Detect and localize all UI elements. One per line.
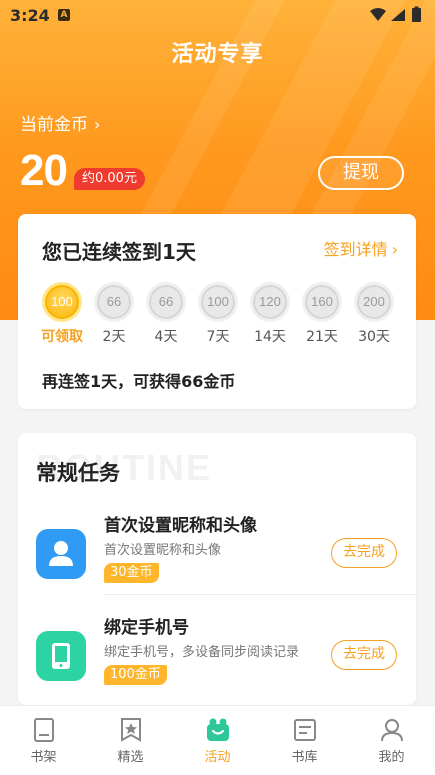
- page-title: 活动专享: [171, 42, 264, 67]
- coins-value: 20: [20, 146, 68, 195]
- coins-approx-badge: 约0.00元: [74, 168, 145, 190]
- nav-label: 我的: [378, 750, 405, 765]
- checkin-day-label: 4天: [154, 329, 178, 345]
- activity-page: 3:24 A 活动专享 当前金币 › 20 约0.00元 提现 您已连续签到1天 …: [0, 0, 435, 775]
- avatar-icon: [36, 529, 86, 579]
- checkin-day: 120 14天: [248, 282, 292, 346]
- task-name: 首次设置昵称和头像: [104, 516, 257, 536]
- go-complete-button[interactable]: 去完成: [331, 538, 397, 568]
- checkin-heading: 您已连续签到1天: [42, 240, 196, 264]
- coin-icon: 100: [42, 282, 82, 322]
- checkin-day: 100 7天: [196, 282, 240, 346]
- checkin-day: 160 21天: [300, 282, 344, 346]
- checkin-day[interactable]: 100 可领取: [40, 282, 84, 346]
- nav-label: 书架: [30, 750, 57, 765]
- notification-badge: A: [58, 9, 70, 21]
- task-item: 绑定手机号 绑定手机号，多设备同步阅读记录 100金币 去完成: [18, 605, 416, 705]
- checkin-detail-link[interactable]: 签到详情 ›: [324, 236, 398, 260]
- task-divider: [104, 594, 416, 595]
- library-icon: [293, 719, 316, 741]
- system-icons: [370, 6, 421, 22]
- nav-label: 精选: [117, 750, 144, 765]
- coin-icon: 160: [302, 282, 342, 322]
- task-desc: 首次设置昵称和头像: [104, 543, 222, 558]
- withdraw-button[interactable]: 提现: [318, 156, 404, 190]
- coin-icon: 66: [94, 282, 134, 322]
- checkin-day: 200 30天: [352, 282, 396, 346]
- status-bar: 3:24 A: [0, 0, 435, 30]
- coin-icon: 66: [146, 282, 186, 322]
- nav-label: 活动: [204, 750, 231, 765]
- featured-icon: [120, 718, 141, 742]
- bookshelf-icon: [33, 718, 54, 742]
- status-time: 3:24: [10, 6, 50, 25]
- routine-tasks-heading: 常规任务: [36, 461, 120, 485]
- checkin-day-label: 21天: [306, 329, 338, 345]
- profile-icon: [380, 719, 403, 742]
- task-item: 首次设置昵称和头像 首次设置昵称和头像 30金币 去完成: [18, 503, 416, 603]
- go-complete-button[interactable]: 去完成: [331, 640, 397, 670]
- nav-item-library[interactable]: 书库: [261, 706, 348, 775]
- nav-item-featured[interactable]: 精选: [87, 706, 174, 775]
- coin-icon: 200: [354, 282, 394, 322]
- current-coins-link[interactable]: 当前金币 ›: [20, 110, 100, 135]
- checkin-detail-label: 签到详情: [323, 240, 388, 259]
- chevron-right-icon: ›: [391, 240, 398, 259]
- task-name: 绑定手机号: [104, 618, 189, 638]
- checkin-day-label: 7天: [206, 329, 230, 345]
- coin-icon: 100: [198, 282, 238, 322]
- nav-item-activity[interactable]: 活动: [174, 706, 261, 775]
- checkin-day: 66 2天: [92, 282, 136, 346]
- nav-item-profile[interactable]: 我的: [348, 706, 435, 775]
- routine-tasks-card: ROUTINE 常规任务 首次设置昵称和头像 首次设置昵称和头像 30金币 去完…: [18, 433, 416, 705]
- checkin-day-label: 14天: [254, 329, 286, 345]
- activity-icon: [206, 718, 229, 741]
- checkin-day-label: 30天: [358, 329, 390, 345]
- nav-label: 书库: [291, 750, 318, 765]
- chevron-right-icon: ›: [94, 115, 101, 134]
- phone-icon: [36, 631, 86, 681]
- bottom-nav: 书架 精选 活动 书库 我的: [0, 705, 435, 775]
- checkin-day-label: 2天: [102, 329, 126, 345]
- checkin-day: 66 4天: [144, 282, 188, 346]
- checkin-card: 您已连续签到1天 签到详情 › 100 可领取 66 2天 66 4天 100 7天 120 14天…: [18, 214, 416, 409]
- task-reward-badge: 30金币: [104, 563, 159, 583]
- current-coins-label: 当前金币: [20, 115, 88, 135]
- nav-item-bookshelf[interactable]: 书架: [0, 706, 87, 775]
- checkin-tip: 再连签1天，可获得66金币: [42, 372, 236, 391]
- task-desc: 绑定手机号，多设备同步阅读记录: [104, 645, 300, 660]
- coin-icon: 120: [250, 282, 290, 322]
- checkin-day-label: 可领取: [41, 329, 83, 345]
- checkin-days: 100 可领取 66 2天 66 4天 100 7天 120 14天 160 21天 200 30天: [40, 282, 400, 345]
- task-reward-badge: 100金币: [104, 665, 167, 685]
